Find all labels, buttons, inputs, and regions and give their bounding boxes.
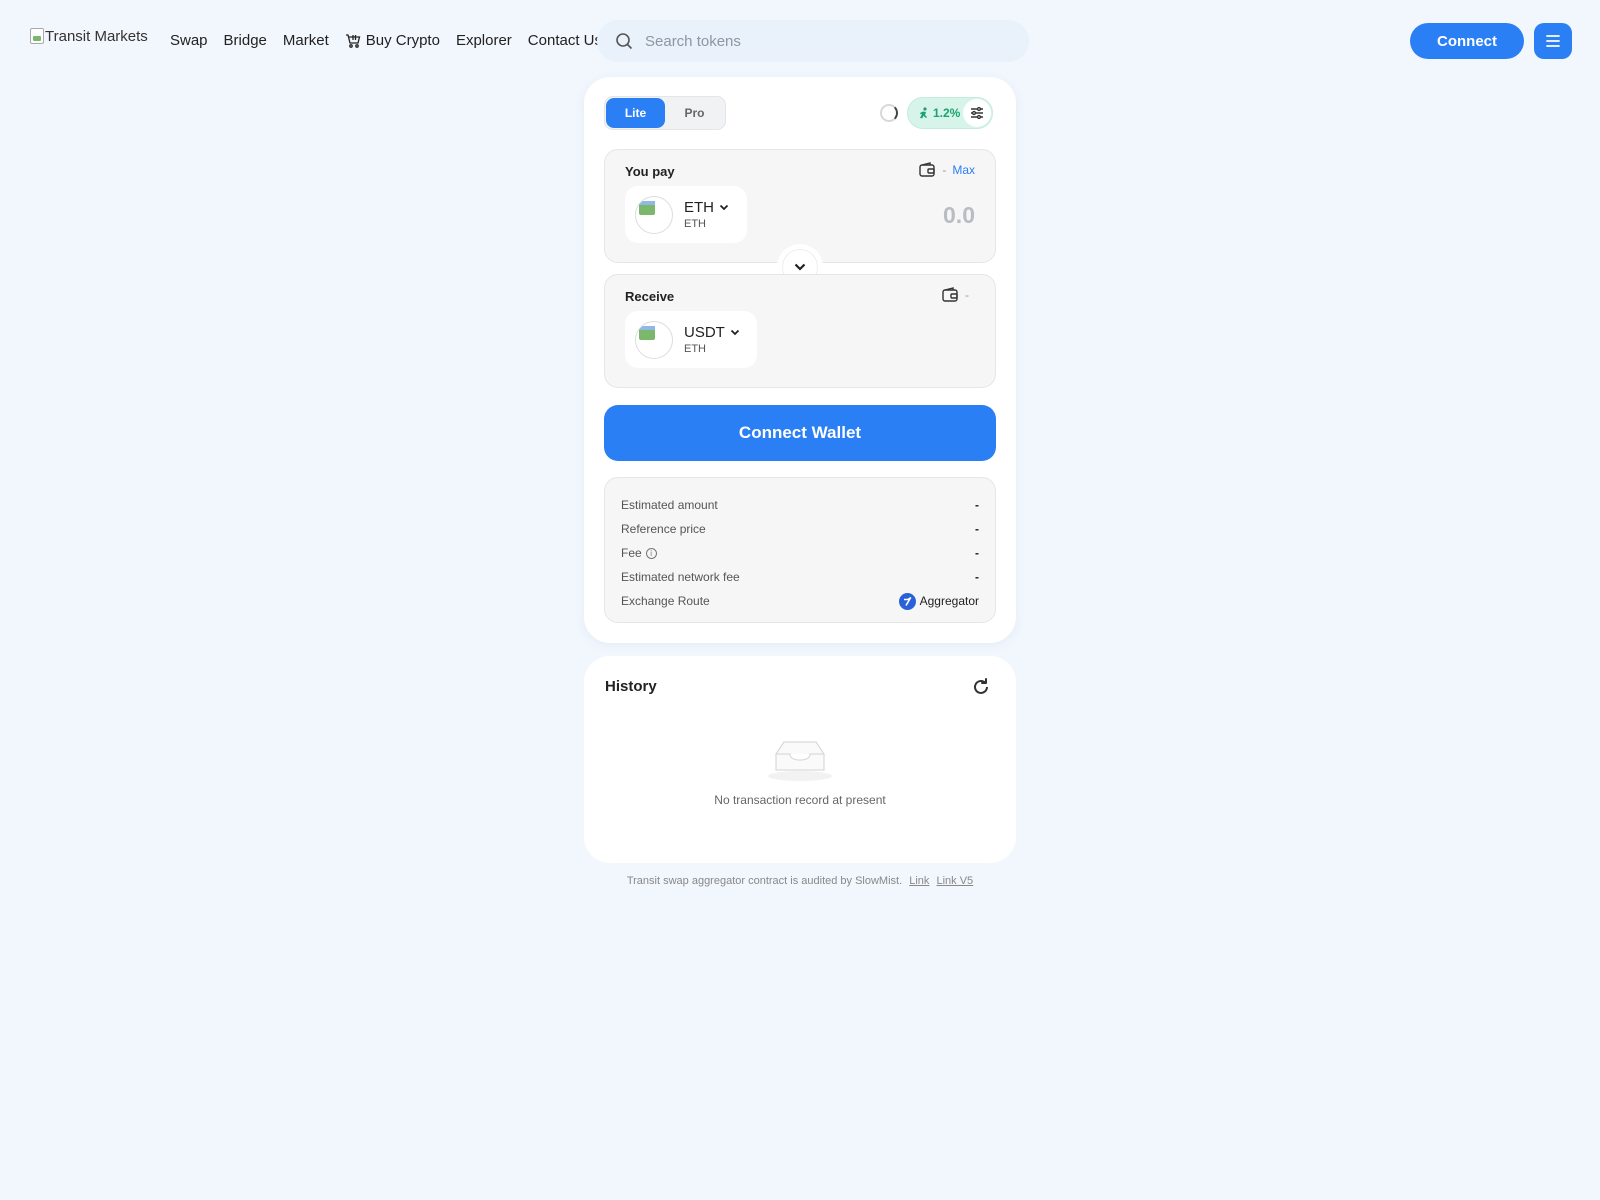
connect-button[interactable]: Connect <box>1410 23 1524 59</box>
receive-balance: - <box>965 287 969 302</box>
detail-value: - <box>975 546 979 560</box>
logo[interactable]: Transit Markets <box>30 28 148 45</box>
mode-pro[interactable]: Pro <box>665 98 724 128</box>
connect-wallet-button[interactable]: Connect Wallet <box>604 405 996 461</box>
loading-spinner-icon <box>880 104 898 122</box>
receive-panel: Receive - USDT ETH <box>604 274 996 388</box>
nav-market[interactable]: Market <box>283 32 329 49</box>
detail-value: - <box>975 522 979 536</box>
aggregator-icon <box>898 592 916 610</box>
eth-token-icon <box>635 195 673 234</box>
pay-amount-input[interactable]: 0.0 <box>943 202 975 229</box>
detail-label: Fee <box>621 546 642 560</box>
history-card: History No transaction record at present <box>584 656 1016 863</box>
nav-contact[interactable]: Contact Us <box>528 32 602 49</box>
pay-balance-row: - Max <box>919 162 975 177</box>
wallet-icon <box>942 287 958 302</box>
wallet-icon <box>919 162 936 177</box>
detail-row: Estimated amount - <box>621 493 979 517</box>
detail-value: - <box>975 570 979 584</box>
settings-button[interactable] <box>963 99 991 127</box>
receive-token-chain: ETH <box>684 342 706 355</box>
cart-icon <box>345 33 361 48</box>
receive-balance-row: - <box>942 287 975 302</box>
sliders-icon <box>971 107 983 119</box>
chevron-down-icon <box>719 204 729 210</box>
logo-alt-text: Transit Markets <box>45 28 148 45</box>
mode-toggle: Lite Pro <box>604 96 726 130</box>
slippage-value: 1.2% <box>933 106 961 120</box>
nav-buy-crypto[interactable]: Buy Crypto <box>345 32 440 49</box>
nav-swap[interactable]: Swap <box>170 32 208 49</box>
pay-balance: - <box>942 162 947 177</box>
history-title: History <box>605 678 657 695</box>
empty-text: No transaction record at present <box>714 793 886 807</box>
pay-token-chain: ETH <box>684 217 706 230</box>
receive-token-symbol: USDT <box>684 323 725 341</box>
swap-card: Lite Pro 1.2% You pay - Max ETH ETH 0.0 <box>584 77 1016 643</box>
route-value-text: Aggregator <box>919 594 979 608</box>
chevron-down-icon <box>794 263 806 271</box>
detail-row: Reference price - <box>621 517 979 541</box>
audit-note: Transit swap aggregator contract is audi… <box>584 875 1016 887</box>
empty-inbox-icon <box>768 741 832 781</box>
nav-bridge[interactable]: Bridge <box>224 32 267 49</box>
mode-lite[interactable]: Lite <box>606 98 665 128</box>
broken-image-icon <box>30 28 44 44</box>
pay-label: You pay <box>625 164 675 179</box>
audit-link-v5[interactable]: Link V5 <box>936 875 973 887</box>
search-icon <box>616 33 633 50</box>
search-input[interactable] <box>645 32 1005 50</box>
detail-row: Exchange Route Aggregator <box>621 589 979 613</box>
search-bar <box>597 20 1029 62</box>
menu-icon <box>1546 35 1560 47</box>
route-label: Exchange Route <box>621 594 710 608</box>
pay-panel: You pay - Max ETH ETH 0.0 <box>604 149 996 263</box>
pay-token-selector[interactable]: ETH ETH <box>625 186 747 243</box>
detail-row: Fee i - <box>621 541 979 565</box>
refresh-icon[interactable] <box>970 676 992 698</box>
detail-label: Reference price <box>621 522 706 536</box>
swap-details: Estimated amount - Reference price - Fee… <box>604 477 996 623</box>
main-nav: Swap Bridge Market Buy Crypto Explorer C… <box>170 32 602 49</box>
max-button[interactable]: Max <box>952 163 975 177</box>
detail-row: Estimated network fee - <box>621 565 979 589</box>
runner-icon <box>920 106 927 118</box>
pay-token-symbol: ETH <box>684 198 714 216</box>
audit-text: Transit swap aggregator contract is audi… <box>626 875 903 887</box>
info-icon[interactable]: i <box>645 547 657 559</box>
detail-value: - <box>975 498 979 512</box>
detail-label: Estimated network fee <box>621 570 740 584</box>
receive-label: Receive <box>625 289 675 304</box>
detail-label: Estimated amount <box>621 498 718 512</box>
nav-buy-crypto-label: Buy Crypto <box>365 32 440 49</box>
receive-token-selector[interactable]: USDT ETH <box>625 311 757 368</box>
menu-button[interactable] <box>1534 23 1572 59</box>
audit-link[interactable]: Link <box>909 875 929 887</box>
chevron-down-icon <box>730 329 739 335</box>
slippage-control[interactable]: 1.2% <box>907 97 993 129</box>
usdt-token-icon <box>635 320 673 359</box>
nav-explorer[interactable]: Explorer <box>456 32 512 49</box>
header: Transit Markets Swap Bridge Market Buy C… <box>0 0 1600 82</box>
route-value: Aggregator <box>898 592 979 610</box>
